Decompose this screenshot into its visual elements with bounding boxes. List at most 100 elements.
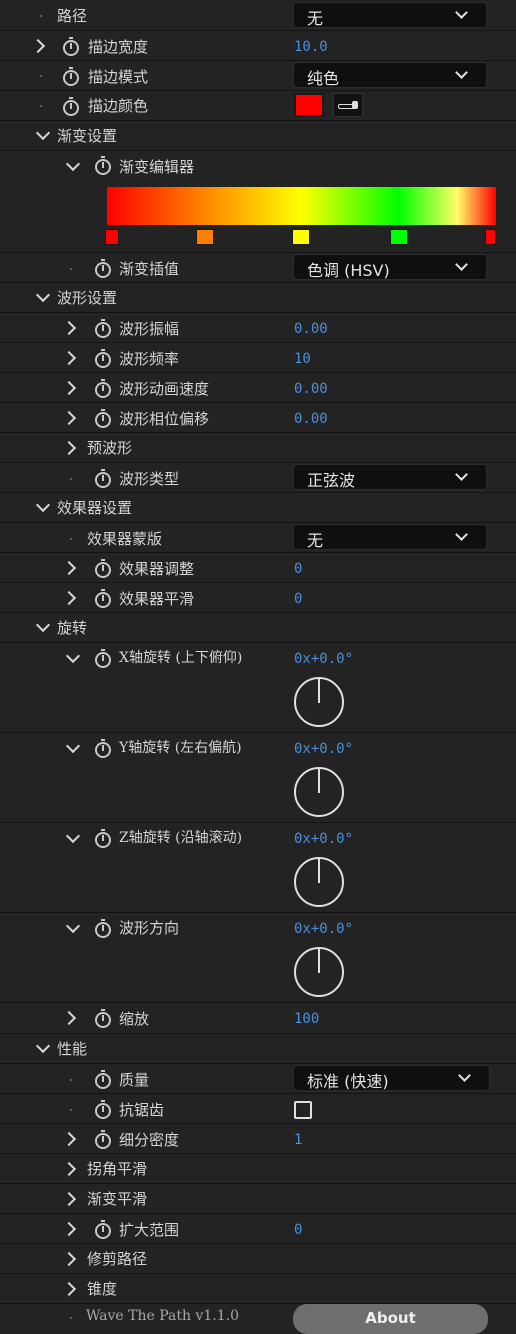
rot-x-value[interactable]: 0x+0.0° — [294, 651, 353, 667]
wave-amp-value[interactable]: 0.00 — [294, 321, 328, 337]
stopwatch-icon[interactable] — [95, 589, 111, 608]
stopwatch-icon[interactable] — [95, 349, 111, 368]
wave-dir-dial[interactable] — [294, 947, 344, 997]
chevron-down-icon[interactable] — [35, 497, 51, 513]
wave-type-dropdown[interactable]: 正弦波 — [293, 464, 487, 490]
chevron-down-icon[interactable] — [65, 648, 81, 664]
path-label: 路径 — [57, 7, 88, 25]
about-button[interactable]: About — [293, 1304, 488, 1334]
row-dot — [40, 15, 42, 17]
stopwatch-icon[interactable] — [95, 1220, 111, 1239]
stopwatch-icon[interactable] — [95, 469, 111, 488]
rot-z-value[interactable]: 0x+0.0° — [294, 831, 353, 847]
rot-y-dial[interactable] — [294, 767, 344, 817]
scale-label: 缩放 — [119, 1010, 150, 1028]
stopwatch-icon[interactable] — [95, 919, 111, 938]
chevron-right-icon[interactable] — [61, 560, 77, 576]
stopwatch-icon[interactable] — [95, 649, 111, 668]
stroke-mode-dropdown[interactable]: 纯色 — [293, 62, 487, 88]
quality-label: 质量 — [119, 1071, 150, 1089]
stopwatch-icon[interactable] — [95, 739, 111, 758]
chevron-down-icon[interactable] — [35, 617, 51, 633]
chevron-down-icon[interactable] — [35, 1038, 51, 1054]
chevron-right-icon[interactable] — [61, 590, 77, 606]
chevron-down-icon[interactable] — [65, 918, 81, 934]
row-wave-speed: 波形动画速度 0.00 — [0, 373, 516, 403]
gradient-stop[interactable] — [196, 229, 214, 245]
stopwatch-icon[interactable] — [95, 829, 111, 848]
scale-value[interactable]: 100 — [294, 1011, 319, 1027]
chevron-right-icon[interactable] — [61, 1131, 77, 1147]
wave-freq-value[interactable]: 10 — [294, 351, 311, 367]
chevron-down-icon[interactable] — [65, 156, 81, 172]
trim-path-label: 修剪路径 — [87, 1250, 148, 1268]
chevron-right-icon[interactable] — [61, 350, 77, 366]
chevron-down-icon — [455, 258, 468, 271]
stopwatch-icon[interactable] — [95, 409, 111, 428]
stopwatch-icon[interactable] — [95, 1070, 111, 1089]
eyedropper-button[interactable] — [333, 93, 363, 117]
stroke-width-value[interactable]: 10.0 — [294, 39, 328, 55]
chevron-down-icon[interactable] — [35, 125, 51, 141]
chevron-down-icon[interactable] — [65, 828, 81, 844]
chevron-down-icon[interactable] — [35, 287, 51, 303]
stopwatch-icon[interactable] — [95, 319, 111, 338]
stopwatch-icon[interactable] — [95, 1100, 111, 1119]
row-gradient-smooth: 渐变平滑 — [0, 1184, 516, 1214]
taper-label: 锥度 — [87, 1280, 118, 1298]
stopwatch-icon[interactable] — [63, 97, 79, 116]
antialias-checkbox[interactable] — [294, 1101, 312, 1119]
stopwatch-icon[interactable] — [95, 1009, 111, 1028]
chevron-down-icon[interactable] — [65, 738, 81, 754]
stopwatch-icon[interactable] — [95, 259, 111, 278]
subdiv-value[interactable]: 1 — [294, 1132, 302, 1148]
chevron-right-icon[interactable] — [61, 1281, 77, 1297]
expand-range-value[interactable]: 0 — [294, 1222, 302, 1238]
gradient-stop[interactable] — [390, 229, 408, 245]
stopwatch-icon[interactable] — [95, 1130, 111, 1149]
gradient-stop[interactable] — [485, 229, 496, 245]
chevron-right-icon[interactable] — [61, 440, 77, 456]
rot-z-dial[interactable] — [294, 857, 344, 907]
quality-value: 标准 (快速) — [307, 1072, 389, 1091]
chevron-right-icon[interactable] — [61, 1161, 77, 1177]
chevron-right-icon[interactable] — [61, 1010, 77, 1026]
stroke-width-label: 描边宽度 — [88, 38, 149, 56]
effector-smooth-value[interactable]: 0 — [294, 591, 302, 607]
stroke-color-swatch[interactable] — [294, 93, 324, 117]
gradient-stop[interactable] — [105, 229, 119, 245]
wave-speed-value[interactable]: 0.00 — [294, 381, 328, 397]
path-dropdown[interactable]: 无 — [293, 2, 487, 28]
chevron-right-icon[interactable] — [61, 380, 77, 396]
performance-label: 性能 — [57, 1040, 88, 1058]
gradient-bar[interactable] — [107, 187, 496, 225]
gradient-stop[interactable] — [292, 229, 310, 245]
stopwatch-icon[interactable] — [95, 559, 111, 578]
stopwatch-icon[interactable] — [95, 156, 111, 175]
rot-y-value[interactable]: 0x+0.0° — [294, 741, 353, 757]
stopwatch-icon[interactable] — [63, 37, 79, 56]
row-wave-amp: 波形振幅 0.00 — [0, 313, 516, 343]
row-wave-phase: 波形相位偏移 0.00 — [0, 403, 516, 433]
stopwatch-icon[interactable] — [95, 379, 111, 398]
row-dot — [70, 478, 72, 480]
chevron-right-icon[interactable] — [61, 1221, 77, 1237]
corner-smooth-label: 拐角平滑 — [87, 1160, 148, 1178]
rot-x-dial[interactable] — [294, 677, 344, 727]
row-dot — [70, 538, 72, 540]
chevron-right-icon[interactable] — [61, 410, 77, 426]
effector-adjust-value[interactable]: 0 — [294, 561, 302, 577]
wave-phase-value[interactable]: 0.00 — [294, 411, 328, 427]
row-gradient-interp: 渐变插值 色调 (HSV) — [0, 253, 516, 283]
rot-y-label: Y轴旋转 (左右偏航) — [119, 740, 242, 756]
quality-dropdown[interactable]: 标准 (快速) — [293, 1065, 490, 1091]
gradient-interp-dropdown[interactable]: 色调 (HSV) — [293, 254, 487, 280]
wave-dir-value[interactable]: 0x+0.0° — [294, 921, 353, 937]
chevron-right-icon[interactable] — [61, 320, 77, 336]
chevron-right-icon[interactable] — [30, 38, 46, 54]
stopwatch-icon[interactable] — [63, 67, 79, 86]
chevron-right-icon[interactable] — [61, 1251, 77, 1267]
effector-mask-dropdown[interactable]: 无 — [293, 524, 487, 550]
row-rotation: 旋转 — [0, 613, 516, 643]
chevron-right-icon[interactable] — [61, 1191, 77, 1207]
